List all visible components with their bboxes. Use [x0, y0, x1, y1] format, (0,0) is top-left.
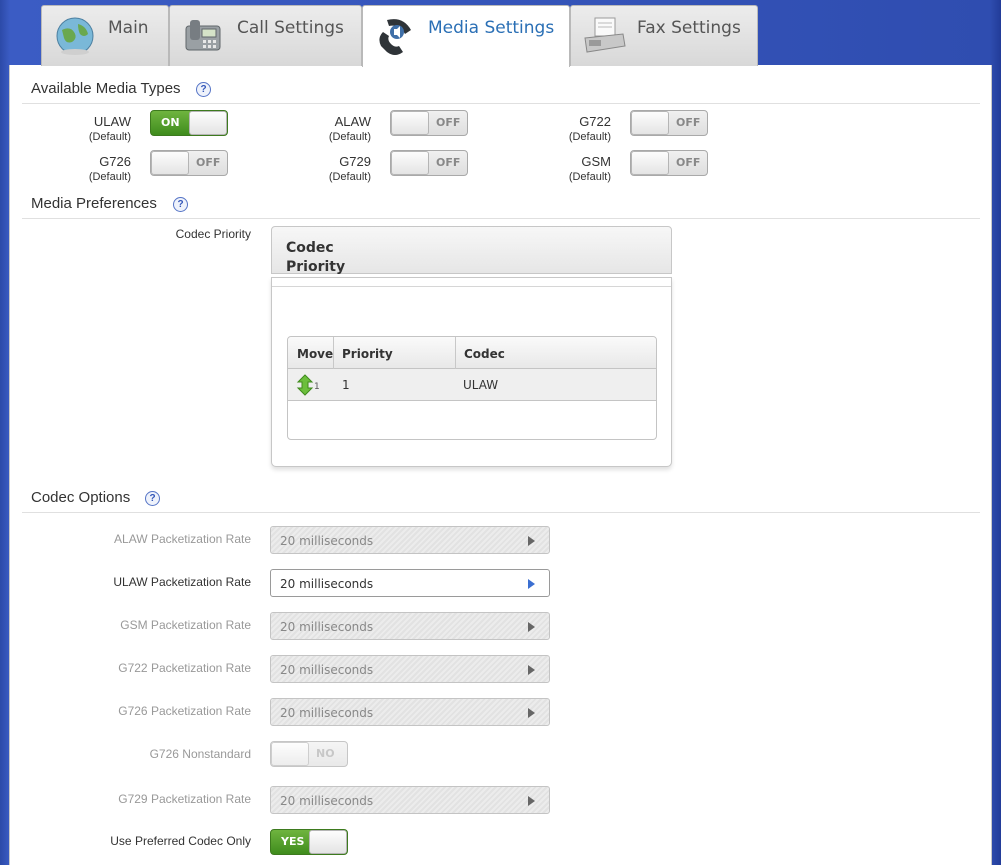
column-header-priority[interactable]: Priority: [342, 347, 393, 361]
media-type-ulaw-toggle[interactable]: ON: [150, 110, 228, 136]
move-arrows-icon[interactable]: [296, 374, 314, 396]
codec-priority-panel: Move Priority Codec 1 1 ULAW: [271, 277, 672, 467]
g726-nonstandard-toggle[interactable]: NO: [270, 741, 348, 767]
telephone-icon: [180, 12, 226, 58]
media-type-gsm-toggle[interactable]: OFF: [630, 150, 708, 176]
column-header-move[interactable]: Move: [297, 347, 333, 361]
caret-right-icon: [528, 579, 535, 589]
media-type-alaw-toggle[interactable]: OFF: [390, 110, 468, 136]
fax-machine-icon: [581, 12, 627, 58]
use-preferred-codec-only-toggle[interactable]: YES: [270, 829, 348, 855]
gsm-packetization-rate-label: GSM Packetization Rate: [120, 618, 251, 632]
media-type-g722-toggle[interactable]: OFF: [630, 110, 708, 136]
g726-packetization-rate-select[interactable]: 20 milliseconds: [270, 698, 550, 726]
ulaw-packetization-rate-select[interactable]: 20 milliseconds: [270, 569, 550, 597]
codec-priority-label: Codec Priority: [175, 227, 251, 241]
media-type-g726-label: G726 (Default): [88, 154, 131, 183]
available-media-types-title: Available Media Types: [31, 80, 181, 97]
table-row[interactable]: 1 1 ULAW: [288, 369, 656, 401]
media-type-alaw-label: ALAW (Default): [328, 114, 371, 143]
tab-call-settings[interactable]: Call Settings: [169, 5, 362, 66]
help-icon[interactable]: ?: [145, 491, 160, 506]
move-index: 1: [314, 382, 320, 392]
tab-main-label: Main: [108, 18, 149, 38]
codec-options-header: Codec Options ?: [22, 489, 980, 513]
codec-priority-table: Move Priority Codec 1 1 ULAW: [287, 336, 657, 440]
available-media-types-header: Available Media Types ?: [22, 80, 980, 104]
tab-fax-settings-label: Fax Settings: [637, 18, 741, 38]
use-preferred-codec-only-label: Use Preferred Codec Only: [110, 834, 251, 848]
media-type-ulaw-label: ULAW (Default): [88, 114, 131, 143]
gsm-packetization-rate-select[interactable]: 20 milliseconds: [270, 612, 550, 640]
caret-right-icon: [528, 536, 535, 546]
media-type-g726-toggle[interactable]: OFF: [150, 150, 228, 176]
g722-packetization-rate-select[interactable]: 20 milliseconds: [270, 655, 550, 683]
column-header-codec[interactable]: Codec: [464, 347, 505, 361]
alaw-packetization-rate-select[interactable]: 20 milliseconds: [270, 526, 550, 554]
tab-bar: Main Call Settings Media Settings Fax Se…: [0, 0, 1001, 67]
tab-call-settings-label: Call Settings: [237, 18, 344, 38]
caret-right-icon: [528, 708, 535, 718]
tab-media-settings[interactable]: Media Settings: [362, 5, 570, 67]
g729-packetization-rate-select[interactable]: 20 milliseconds: [270, 786, 550, 814]
codec-options-title: Codec Options: [31, 489, 131, 506]
globe-icon: [52, 12, 98, 58]
tab-fax-settings[interactable]: Fax Settings: [570, 5, 758, 66]
help-icon[interactable]: ?: [196, 82, 211, 97]
caret-right-icon: [528, 796, 535, 806]
g726-packetization-rate-label: G726 Packetization Rate: [118, 704, 251, 718]
caret-right-icon: [528, 665, 535, 675]
ulaw-packetization-rate-label: ULAW Packetization Rate: [113, 575, 251, 589]
g729-packetization-rate-label: G729 Packetization Rate: [118, 792, 251, 806]
table-header: Move Priority Codec: [288, 337, 656, 369]
tab-main[interactable]: Main: [41, 5, 169, 66]
media-type-gsm-label: GSM (Default): [568, 154, 611, 183]
codec-priority-panel-header: Codec Priority: [271, 226, 672, 275]
g726-nonstandard-label: G726 Nonstandard: [149, 747, 251, 761]
media-type-g729-toggle[interactable]: OFF: [390, 150, 468, 176]
phone-handset-icon: [373, 12, 419, 58]
priority-cell: 1: [342, 378, 350, 392]
media-type-g722-label: G722 (Default): [568, 114, 611, 143]
caret-right-icon: [528, 622, 535, 632]
media-type-g729-label: G729 (Default): [328, 154, 371, 183]
codec-cell: ULAW: [463, 378, 499, 392]
media-preferences-title: Media Preferences: [31, 195, 157, 212]
codec-priority-panel-title: Codec Priority: [286, 240, 346, 275]
media-preferences-header: Media Preferences ?: [22, 195, 980, 219]
tab-media-settings-label: Media Settings: [428, 18, 555, 38]
alaw-packetization-rate-label: ALAW Packetization Rate: [114, 532, 251, 546]
g722-packetization-rate-label: G722 Packetization Rate: [118, 661, 251, 675]
help-icon[interactable]: ?: [173, 197, 188, 212]
